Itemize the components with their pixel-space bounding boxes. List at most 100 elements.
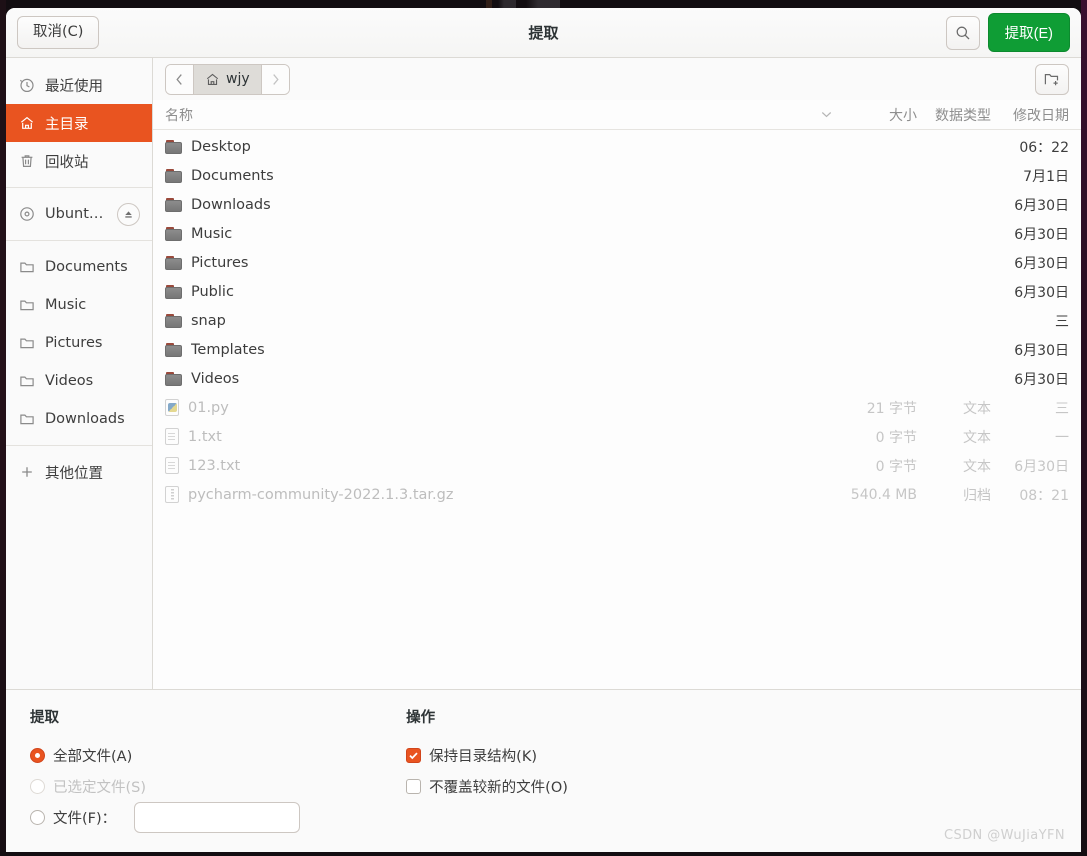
file-name-label: 01.py — [188, 399, 229, 416]
sidebar-item-label: Documents — [45, 259, 128, 275]
radio-selected-files[interactable] — [30, 779, 45, 794]
disc-icon — [18, 206, 35, 223]
file-row[interactable]: Music 6月30日 — [153, 219, 1081, 248]
column-header-type[interactable]: 数据类型 — [917, 105, 991, 125]
sidebar-item-music[interactable]: Music — [6, 286, 152, 324]
file-name-cell: Downloads — [165, 197, 821, 213]
sidebar-item-other-locations[interactable]: 其他位置 — [6, 453, 152, 491]
breadcrumb-item-wjy[interactable]: wjy — [193, 64, 262, 94]
folder-icon — [18, 373, 35, 390]
eject-button[interactable] — [117, 202, 140, 226]
text-file-icon — [165, 457, 179, 474]
file-name-label: Music — [191, 225, 233, 242]
sidebar-item-label: 其他位置 — [45, 465, 103, 482]
sidebar-item-label: Music — [45, 297, 87, 313]
dialog-body: 最近使用 主目录 回收站 Ubunt… Documents Music Pict… — [6, 58, 1081, 689]
radio-row-selected-files[interactable]: 已选定文件(S) — [30, 771, 300, 802]
folder-icon — [165, 226, 182, 241]
path-forward-button[interactable] — [261, 64, 289, 94]
files-pattern-input[interactable] — [134, 802, 301, 833]
folder-icon — [18, 297, 35, 314]
sidebar-item-downloads[interactable]: Downloads — [6, 400, 152, 438]
file-name-cell: Templates — [165, 342, 821, 358]
file-row[interactable]: 123.txt 0 字节 文本 6月30日 — [153, 451, 1081, 480]
radio-all-files[interactable] — [30, 748, 45, 763]
sidebar-item-pictures[interactable]: Pictures — [6, 324, 152, 362]
column-header-size[interactable]: 大小 — [839, 105, 917, 125]
checkbox-keep-structure[interactable] — [406, 748, 422, 763]
checkbox-label-no-overwrite: 不覆盖较新的文件(O) — [429, 780, 568, 796]
chevron-right-icon — [271, 73, 280, 86]
file-type-cell: 文本 — [963, 429, 991, 446]
chevron-down-icon[interactable] — [821, 111, 839, 118]
file-row[interactable]: Desktop 06：22 — [153, 132, 1081, 161]
checkbox-row-keep-structure[interactable]: 保持目录结构(K) — [406, 740, 568, 771]
action-options-title: 操作 — [406, 710, 436, 726]
sidebar-item-videos[interactable]: Videos — [6, 362, 152, 400]
file-row[interactable]: 01.py 21 字节 文本 三 — [153, 393, 1081, 422]
file-date-cell: 三 — [1055, 400, 1069, 417]
sidebar-item-trash[interactable]: 回收站 — [6, 142, 152, 180]
file-name-cell: snap — [165, 313, 821, 329]
column-headers: 名称 大小 数据类型 修改日期 — [153, 100, 1081, 130]
file-row[interactable]: Templates 6月30日 — [153, 335, 1081, 364]
file-browser: wjy 名称 大小 数据类型 修改日期 Desktop 06：22 Docume… — [153, 58, 1081, 689]
extract-button[interactable]: 提取(E) — [987, 13, 1070, 52]
file-row[interactable]: snap 三 — [153, 306, 1081, 335]
sidebar-item-label: 回收站 — [45, 154, 89, 171]
file-name-label: Pictures — [191, 254, 249, 271]
file-name-label: pycharm-community-2022.1.3.tar.gz — [188, 486, 454, 503]
sidebar-item-home[interactable]: 主目录 — [6, 104, 152, 142]
file-row[interactable]: pycharm-community-2022.1.3.tar.gz 540.4 M… — [153, 480, 1081, 509]
folder-icon — [165, 313, 182, 328]
file-name-cell: Videos — [165, 371, 821, 387]
file-name-cell: Desktop — [165, 139, 821, 155]
file-list[interactable]: Desktop 06：22 Documents 7月1日 Downloads 6月30日 M… — [153, 130, 1081, 689]
file-row[interactable]: Downloads 6月30日 — [153, 190, 1081, 219]
sidebar-item-label: 最近使用 — [45, 78, 103, 95]
window-edge-right — [1081, 0, 1087, 856]
sidebar-item-ubuntu-disc[interactable]: Ubunt… — [6, 195, 152, 233]
radio-files-pattern[interactable] — [30, 810, 45, 825]
sidebar-item-label: 主目录 — [45, 116, 89, 133]
checkbox-row-no-overwrite[interactable]: 不覆盖较新的文件(O) — [406, 771, 568, 802]
file-row[interactable]: Pictures 6月30日 — [153, 248, 1081, 277]
folder-icon — [18, 411, 35, 428]
file-date-cell: 08：21 — [1019, 487, 1069, 504]
file-row[interactable]: Documents 7月1日 — [153, 161, 1081, 190]
create-folder-button[interactable] — [1035, 63, 1069, 95]
sidebar-item-documents[interactable]: Documents — [6, 248, 152, 286]
breadcrumb-label: wjy — [226, 71, 250, 87]
sidebar-item-recent[interactable]: 最近使用 — [6, 66, 152, 104]
sidebar-item-label: Downloads — [45, 411, 125, 427]
cancel-button[interactable]: 取消(C) — [17, 15, 100, 50]
plus-icon — [18, 464, 35, 481]
file-date-cell: 一 — [1055, 429, 1069, 446]
column-header-name[interactable]: 名称 — [165, 105, 821, 125]
radio-label-files-pattern: 文件(F)： — [53, 811, 117, 827]
file-row[interactable]: Videos 6月30日 — [153, 364, 1081, 393]
sidebar-divider — [6, 445, 152, 446]
archive-file-icon — [165, 486, 179, 503]
checkbox-no-overwrite[interactable] — [406, 779, 422, 794]
column-header-date[interactable]: 修改日期 — [991, 105, 1069, 125]
search-button[interactable] — [945, 15, 980, 50]
clock-icon — [18, 77, 35, 94]
radio-row-files-pattern[interactable]: 文件(F)： — [30, 802, 301, 833]
radio-label-selected-files: 已选定文件(S) — [53, 780, 147, 796]
header-bar: 取消(C) 提取 提取(E) — [6, 8, 1081, 58]
file-name-cell: 01.py — [165, 399, 821, 416]
file-name-label: Desktop — [191, 138, 251, 155]
radio-row-all-files[interactable]: 全部文件(A) — [30, 740, 300, 771]
desktop-background: 取消(C) 提取 提取(E) 最近使用 主目录 回收站 Ubunt… Docum… — [0, 0, 1087, 856]
header-actions: 提取(E) — [945, 13, 1070, 52]
file-name-label: snap — [191, 312, 226, 329]
file-name-cell: pycharm-community-2022.1.3.tar.gz — [165, 486, 821, 503]
path-back-button[interactable] — [166, 64, 193, 94]
extract-options-group: 提取 全部文件(A) 已选定文件(S) 文件(F)： — [6, 706, 324, 852]
file-row[interactable]: 1.txt 0 字节 文本 一 — [153, 422, 1081, 451]
file-row[interactable]: Public 6月30日 — [153, 277, 1081, 306]
file-name-cell: 1.txt — [165, 428, 821, 445]
python-file-icon — [165, 399, 179, 416]
file-name-cell: Documents — [165, 168, 821, 184]
